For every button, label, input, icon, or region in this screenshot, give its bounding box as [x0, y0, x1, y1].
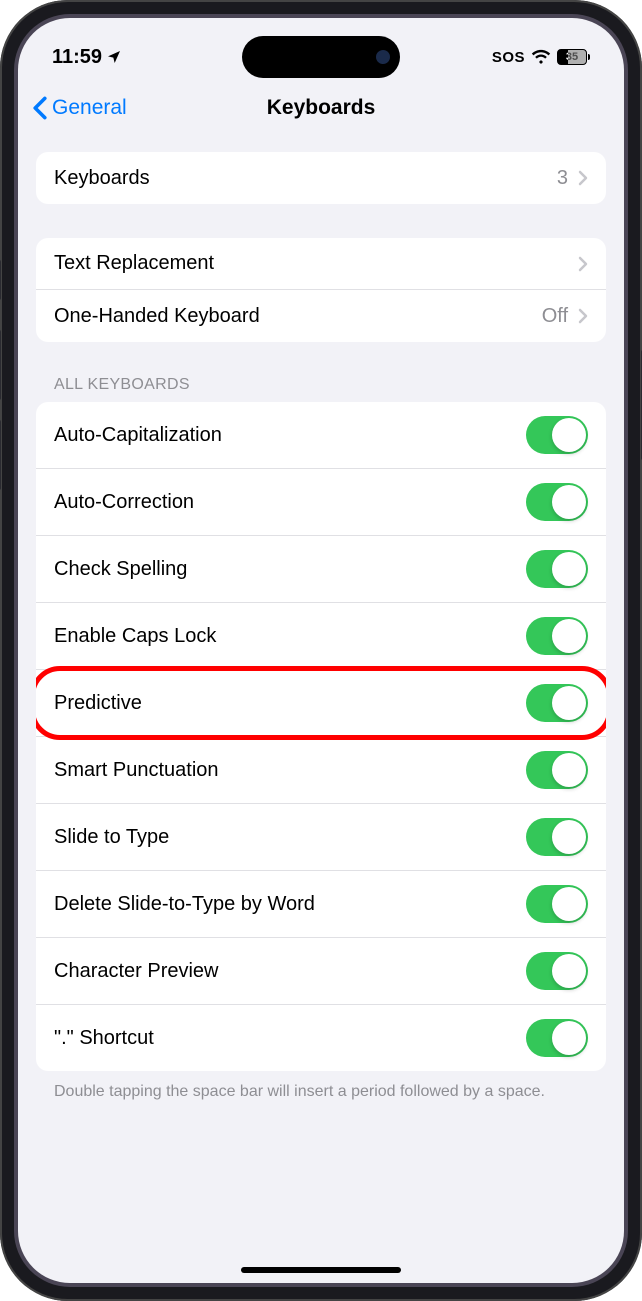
row-label: Slide to Type	[54, 826, 169, 849]
volume-up-button	[0, 330, 1, 400]
row-check-spelling: Check Spelling	[36, 536, 606, 603]
row-slide-to-type: Slide to Type	[36, 804, 606, 871]
row-label: Check Spelling	[54, 558, 187, 581]
row-auto-capitalization: Auto-Capitalization	[36, 402, 606, 469]
status-time: 11:59	[52, 46, 102, 69]
toggle-auto-capitalization[interactable]	[526, 416, 588, 454]
wifi-icon	[531, 47, 551, 67]
row-keyboards[interactable]: Keyboards 3	[36, 152, 606, 204]
row-label: One-Handed Keyboard	[54, 305, 260, 328]
toggle-auto-correction[interactable]	[526, 483, 588, 521]
row-label: Auto-Capitalization	[54, 424, 222, 447]
row-period-shortcut: "." Shortcut	[36, 1005, 606, 1071]
toggle-predictive[interactable]	[526, 684, 588, 722]
camera-dot	[376, 50, 390, 64]
row-label: Keyboards	[54, 167, 150, 190]
group-keyboards: Keyboards 3	[36, 152, 606, 204]
mute-switch	[0, 260, 1, 300]
phone-frame: 11:59 SOS 35 General Keyboards	[0, 0, 642, 1301]
sos-indicator: SOS	[492, 49, 525, 66]
toggle-slide-to-type[interactable]	[526, 818, 588, 856]
row-text-replacement[interactable]: Text Replacement	[36, 238, 606, 290]
toggle-period-shortcut[interactable]	[526, 1019, 588, 1057]
row-label: Text Replacement	[54, 252, 214, 275]
row-label: Smart Punctuation	[54, 759, 219, 782]
row-label: "." Shortcut	[54, 1027, 154, 1050]
group-all-keyboards: Auto-Capitalization Auto-Correction Chec…	[36, 402, 606, 1071]
toggle-character-preview[interactable]	[526, 952, 588, 990]
chevron-right-icon	[578, 308, 588, 324]
page-title: Keyboards	[267, 96, 376, 120]
row-label: Character Preview	[54, 960, 219, 983]
row-character-preview: Character Preview	[36, 938, 606, 1005]
row-smart-punctuation: Smart Punctuation	[36, 737, 606, 804]
row-label: Enable Caps Lock	[54, 625, 216, 648]
chevron-left-icon	[32, 96, 48, 120]
toggle-caps-lock[interactable]	[526, 617, 588, 655]
home-indicator[interactable]	[241, 1267, 401, 1273]
row-label: Auto-Correction	[54, 491, 194, 514]
nav-bar: General Keyboards	[18, 78, 624, 134]
toggle-smart-punctuation[interactable]	[526, 751, 588, 789]
dynamic-island	[242, 36, 400, 78]
row-caps-lock: Enable Caps Lock	[36, 603, 606, 670]
section-header-all-keyboards: ALL KEYBOARDS	[36, 342, 606, 402]
row-auto-correction: Auto-Correction	[36, 469, 606, 536]
chevron-right-icon	[578, 170, 588, 186]
screen: 11:59 SOS 35 General Keyboards	[18, 18, 624, 1283]
chevron-right-icon	[578, 256, 588, 272]
row-label: Delete Slide-to-Type by Word	[54, 893, 315, 916]
toggle-check-spelling[interactable]	[526, 550, 588, 588]
group-text-options: Text Replacement One-Handed Keyboard Off	[36, 238, 606, 342]
keyboards-count: 3	[557, 167, 568, 190]
volume-down-button	[0, 420, 1, 490]
row-predictive: Predictive	[36, 670, 606, 737]
battery-indicator: 35	[557, 49, 590, 65]
back-label: General	[52, 96, 127, 120]
row-delete-slide: Delete Slide-to-Type by Word	[36, 871, 606, 938]
row-one-handed[interactable]: One-Handed Keyboard Off	[36, 290, 606, 342]
one-handed-value: Off	[542, 305, 568, 328]
row-label: Predictive	[54, 692, 142, 715]
back-button[interactable]: General	[32, 96, 127, 120]
location-icon	[106, 49, 122, 65]
footer-hint: Double tapping the space bar will insert…	[36, 1071, 606, 1103]
toggle-delete-slide[interactable]	[526, 885, 588, 923]
